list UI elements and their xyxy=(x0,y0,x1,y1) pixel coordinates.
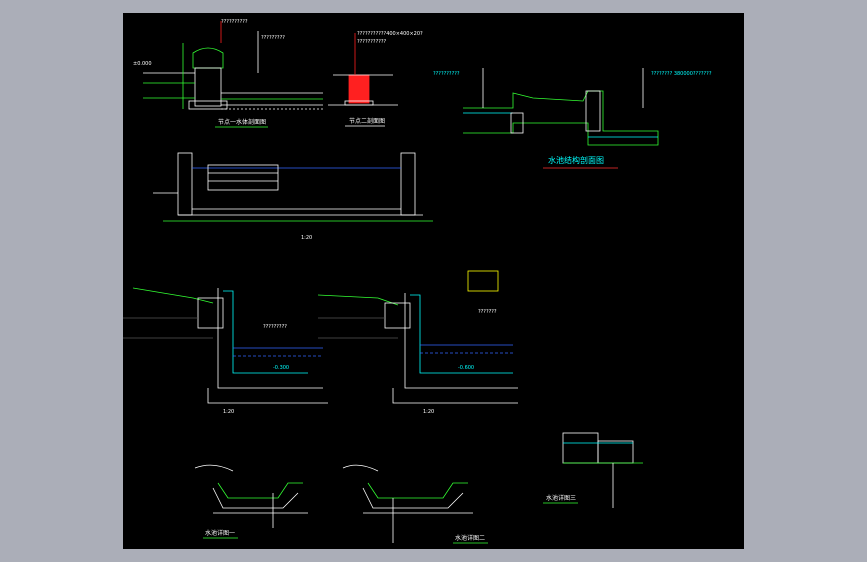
label-leader-c1: ?????????? xyxy=(433,71,460,77)
label-level-a: ±0.000 xyxy=(133,61,152,67)
cad-drawing: ?????????? ????????? ±0.000 节点一水体剖面图 ???… xyxy=(123,19,712,544)
label-leader-b1: ???????????400×400×20? xyxy=(357,31,423,37)
label-level-c: -0.600 xyxy=(458,365,474,371)
bottom-left-title: 水池详图一 xyxy=(205,529,235,537)
detail-pool-structure: ?????????? ???????? 380000??????? 水池结构剖面… xyxy=(433,68,712,169)
detail-bottom-mid: 水池详图二 xyxy=(342,464,488,544)
label-leader-a2: ????????? xyxy=(261,35,285,41)
label-note-water: ????????? xyxy=(263,324,287,330)
detail-b: ???????????400×400×20? ??????????? 节点二剖面… xyxy=(328,31,423,127)
label-note-soil: ??????? xyxy=(478,309,497,315)
mid-right-scale: 1:20 xyxy=(423,409,434,415)
detail-a-title: 节点一水体剖面图 xyxy=(218,118,266,126)
label-leader-b2: ??????????? xyxy=(357,39,387,45)
detail-long-section: 1:20 xyxy=(153,152,433,241)
label-level-b: -0.300 xyxy=(273,365,289,371)
detail-b-title: 节点二剖面图 xyxy=(349,117,385,125)
drawing-sheet: ?????????? ????????? ±0.000 节点一水体剖面图 ???… xyxy=(123,13,744,549)
detail-mid-left: -0.300 ????????? 1:20 xyxy=(123,287,328,415)
detail-mid-right: -0.600 ??????? 1:20 xyxy=(317,270,518,415)
detail-a: ?????????? ????????? ±0.000 节点一水体剖面图 xyxy=(133,19,323,128)
detail-bottom-left: 水池详图一 xyxy=(194,464,308,539)
mid-left-scale: 1:20 xyxy=(223,409,234,415)
bottom-mid-title: 水池详图二 xyxy=(455,534,485,542)
label-leader-c2: ???????? 380000??????? xyxy=(651,71,712,77)
detail-bottom-right: 水池详图三 xyxy=(543,432,643,508)
bottom-right-title: 水池详图三 xyxy=(546,494,576,502)
label-leader-a1: ?????????? xyxy=(221,19,248,25)
pool-structure-title: 水池结构剖面图 xyxy=(548,155,604,165)
long-section-scale: 1:20 xyxy=(301,235,312,241)
